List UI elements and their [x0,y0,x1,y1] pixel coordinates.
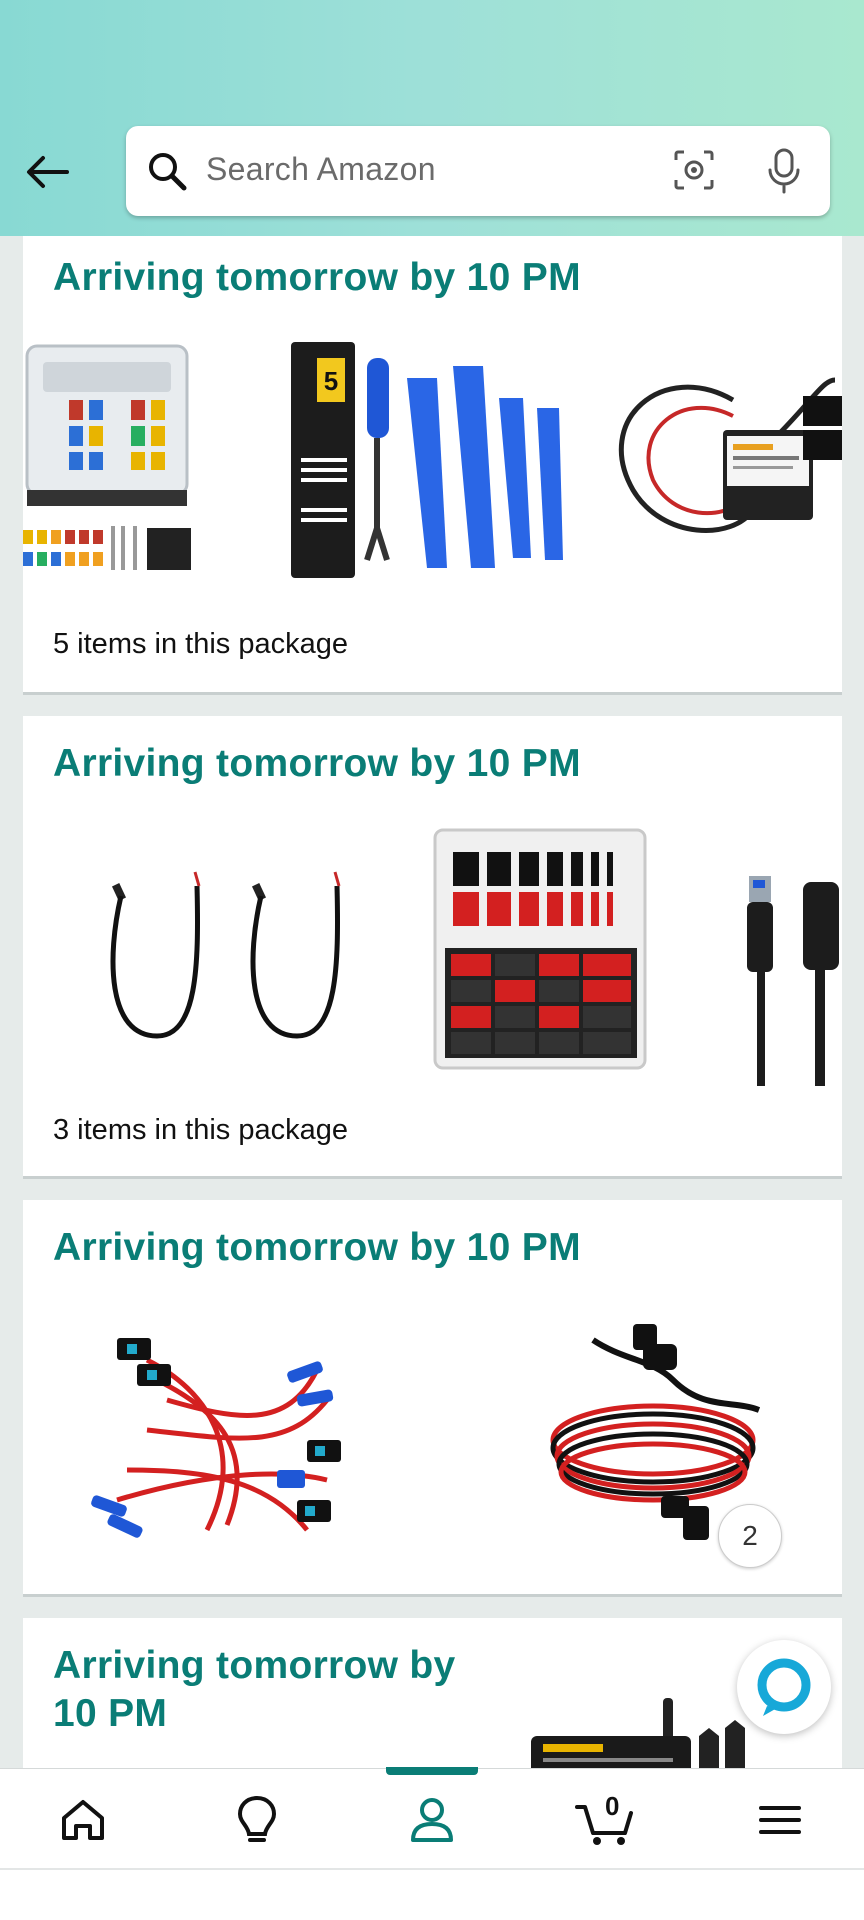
svg-text:5: 5 [324,366,338,396]
delivery-title: Arriving tomorrow by 10 PM [53,1642,456,1738]
dc-converter-product-image[interactable] [603,360,842,560]
nav-cart[interactable]: 0 [570,1789,640,1851]
dc-power-cable-product-image[interactable] [87,866,377,1056]
delivery-title-line-2: 10 PM [53,1692,168,1735]
system-navigation-area [0,1870,864,1920]
nav-menu[interactable] [745,1789,815,1851]
usb-extension-cable-product-image[interactable] [739,870,842,1088]
heat-shrink-kit-product-image[interactable] [431,826,649,1072]
cart-icon [575,1805,633,1845]
back-button[interactable] [22,150,72,194]
hamburger-menu-icon [759,1806,801,1834]
alexa-button[interactable] [737,1640,831,1734]
nav-home[interactable] [48,1789,118,1851]
fuse-tap-product-image[interactable] [87,1330,377,1550]
search-bar[interactable]: Search Amazon [126,126,830,216]
home-icon [62,1800,104,1840]
top-header: Search Amazon [0,0,864,236]
package-item-count: 5 items in this package [53,628,348,660]
bottom-navigation: 0 [0,1767,864,1871]
delivery-title: Arriving tomorrow by 10 PM [53,742,581,785]
package-card-4[interactable]: Arriving tomorrow by 10 PM [23,1618,842,1788]
trim-removal-tool-product-image[interactable]: 5 [287,338,587,586]
active-tab-indicator [386,1767,478,1775]
back-arrow-icon [27,156,69,188]
lightbulb-icon [237,1795,277,1842]
package-card-2[interactable]: Arriving tomorrow by 10 PM 3 items in th… [23,716,842,1176]
fuse-box-product-image[interactable] [23,340,228,580]
nav-inspire[interactable] [222,1789,292,1851]
delivery-title-line-1: Arriving tomorrow by [53,1644,456,1687]
package-item-count: 3 items in this package [53,1114,348,1146]
microphone-icon[interactable] [766,148,802,194]
nav-account[interactable] [397,1789,467,1851]
more-items-badge[interactable]: 2 [718,1504,782,1568]
search-input[interactable]: Search Amazon [206,151,436,188]
camera-lens-icon[interactable] [672,148,716,192]
package-card-3[interactable]: Arriving tomorrow by 10 PM 2 [23,1200,842,1594]
package-card-1[interactable]: Arriving tomorrow by 10 PM 5 5 items in … [23,236,842,692]
search-icon [149,153,187,191]
delivery-title: Arriving tomorrow by 10 PM [53,256,581,299]
alexa-icon [757,1658,811,1716]
delivery-title: Arriving tomorrow by 10 PM [53,1226,581,1269]
account-person-icon [411,1798,453,1842]
